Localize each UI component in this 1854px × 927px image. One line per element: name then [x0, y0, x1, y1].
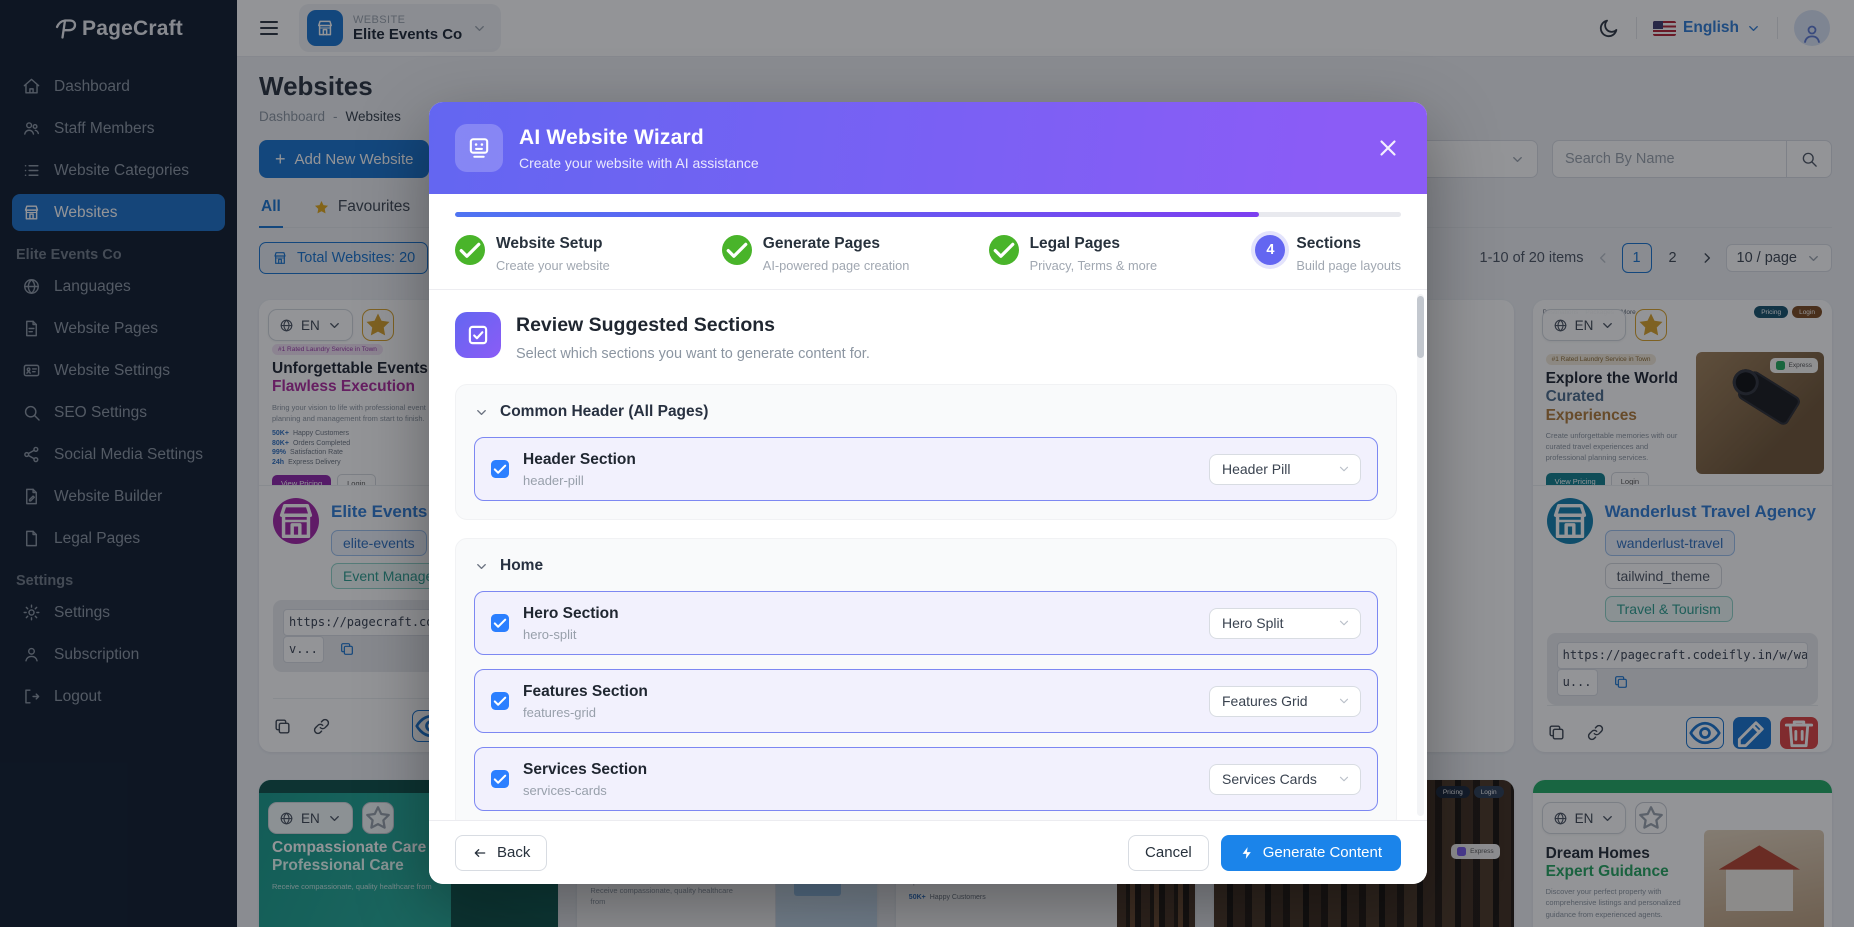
- step-desc: Create your website: [496, 258, 610, 273]
- section-groups: Common Header (All Pages) Header Section…: [455, 384, 1397, 820]
- section-slug: services-cards: [523, 782, 607, 798]
- checked-box-icon: [455, 312, 501, 358]
- layout-select-hero-section[interactable]: Hero Split: [1209, 607, 1361, 639]
- bolt-icon: [1240, 846, 1254, 860]
- progress-fill: [455, 212, 1260, 217]
- layout-select-value: Features Grid: [1222, 693, 1308, 709]
- back-button[interactable]: Back: [455, 834, 548, 871]
- generate-content-button[interactable]: Generate Content: [1220, 834, 1401, 871]
- wizard-step-sections: 4 Sections Build page layouts: [1255, 235, 1401, 273]
- modal-subtitle: Create your website with AI assistance: [519, 154, 759, 171]
- chevron-down-icon: [1337, 462, 1351, 476]
- layout-select-header-section[interactable]: Header Pill: [1209, 453, 1361, 485]
- modal-scrollbar-thumb[interactable]: [1417, 296, 1424, 358]
- step-label: Website Setup: [496, 235, 603, 252]
- back-label: Back: [497, 844, 531, 861]
- section-group-home: Home Hero Section hero-split Hero Split …: [455, 538, 1397, 820]
- modal-footer: Back Cancel Generate Content: [429, 820, 1427, 884]
- section-checkbox[interactable]: [491, 614, 509, 632]
- section-row-services-section: Services Section services-cards Services…: [474, 747, 1378, 811]
- section-title: Header Section: [523, 450, 636, 468]
- chevron-down-icon: [1337, 772, 1351, 786]
- section-row-header-section: Header Section header-pill Header Pill: [474, 437, 1378, 501]
- review-subheading: Select which sections you want to genera…: [516, 346, 870, 362]
- section-row-features-section: Features Section features-grid Features …: [474, 669, 1378, 733]
- wizard-steps: Website Setup Create your website Generate…: [455, 235, 1401, 273]
- section-group-toggle[interactable]: Home: [474, 557, 1378, 575]
- wizard-step-legal-pages: Legal Pages Privacy, Terms & more: [988, 235, 1256, 273]
- section-title: Features Section: [523, 682, 648, 700]
- modal-header: AI Website Wizard Create your website wi…: [429, 102, 1427, 194]
- cancel-button[interactable]: Cancel: [1128, 834, 1209, 871]
- progress-track: [455, 212, 1401, 217]
- wizard-step-website-setup: Website Setup Create your website: [455, 235, 722, 273]
- modal-body: Review Suggested Sections Select which s…: [429, 290, 1427, 820]
- chevron-down-icon: [474, 559, 489, 574]
- step-done-check-icon: [455, 235, 485, 265]
- close-icon[interactable]: [1375, 135, 1401, 161]
- step-desc: Build page layouts: [1296, 258, 1401, 273]
- section-row-hero-section: Hero Section hero-split Hero Split: [474, 591, 1378, 655]
- chevron-down-icon: [1337, 694, 1351, 708]
- section-checkbox[interactable]: [491, 460, 509, 478]
- step-done-check-icon: [988, 235, 1019, 265]
- chevron-down-icon: [1337, 616, 1351, 630]
- section-slug: features-grid: [523, 704, 596, 720]
- cancel-label: Cancel: [1145, 844, 1192, 861]
- section-title: Hero Section: [523, 604, 619, 622]
- wizard-step-generate-pages: Generate Pages AI-powered page creation: [721, 235, 989, 273]
- layout-select-services-section[interactable]: Services Cards: [1209, 763, 1361, 795]
- layout-select-value: Services Cards: [1222, 771, 1317, 787]
- layout-select-features-section[interactable]: Features Grid: [1209, 685, 1361, 717]
- modal-title: AI Website Wizard: [519, 125, 704, 149]
- section-group-common-header-all-pages: Common Header (All Pages) Header Section…: [455, 384, 1397, 520]
- layout-select-value: Header Pill: [1222, 461, 1291, 477]
- review-heading: Review Suggested Sections: [516, 314, 775, 336]
- modal-scrollbar[interactable]: [1417, 294, 1424, 816]
- arrow-left-icon: [472, 845, 488, 861]
- section-checkbox[interactable]: [491, 770, 509, 788]
- step-desc: Privacy, Terms & more: [1029, 258, 1158, 273]
- section-group-label: Home: [500, 557, 544, 574]
- generate-label: Generate Content: [1262, 844, 1382, 861]
- wizard-progress: Website Setup Create your website Generate…: [429, 194, 1427, 290]
- section-title: Services Section: [523, 760, 648, 778]
- step-label: Generate Pages: [762, 235, 880, 252]
- section-slug: hero-split: [523, 626, 577, 642]
- section-checkbox[interactable]: [491, 692, 509, 710]
- step-label: Legal Pages: [1029, 235, 1121, 252]
- section-slug: header-pill: [523, 472, 584, 488]
- chevron-down-icon: [474, 405, 489, 420]
- section-group-toggle[interactable]: Common Header (All Pages): [474, 403, 1378, 421]
- step-number-badge: 4: [1255, 235, 1286, 265]
- layout-select-value: Hero Split: [1222, 615, 1284, 631]
- robot-icon: [455, 124, 503, 172]
- review-head: Review Suggested Sections Select which s…: [455, 312, 1397, 362]
- ai-website-wizard-modal: AI Website Wizard Create your website wi…: [429, 102, 1427, 884]
- step-label: Sections: [1296, 235, 1361, 252]
- step-desc: AI-powered page creation: [762, 258, 910, 273]
- section-group-label: Common Header (All Pages): [500, 403, 709, 420]
- step-done-check-icon: [721, 235, 752, 265]
